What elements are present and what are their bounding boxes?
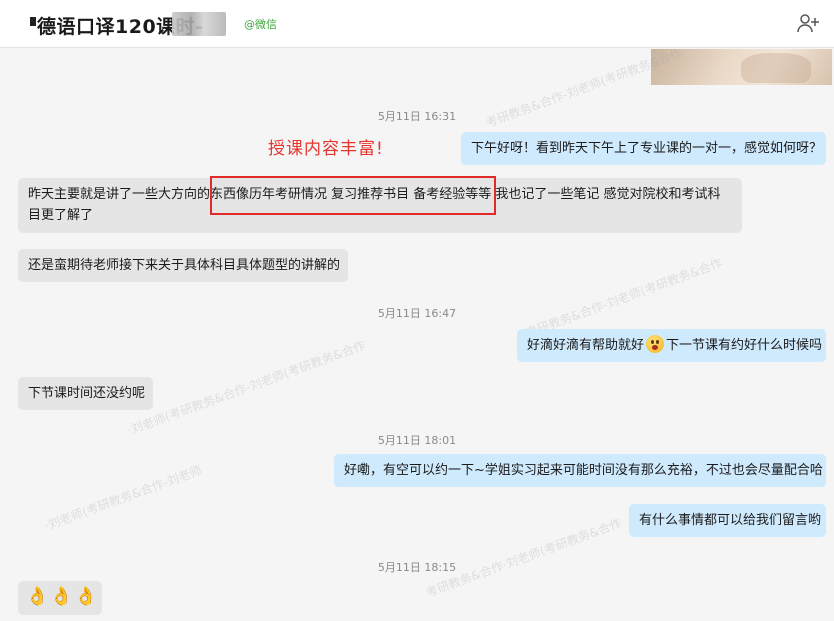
message-outgoing[interactable]: 好滴好滴有帮助就好 下一节课有约好什么时候吗 <box>517 329 826 362</box>
watermark: 考研教务&合作-刘老师(考研教务&合作 <box>524 255 725 341</box>
chat-area[interactable]: 考研教务&合作-刘老师(考研教务&合作 考研教务&合作-刘老师(考研教务&合作 … <box>0 49 834 621</box>
timestamp: 5月11日 16:47 <box>377 307 457 320</box>
add-user-icon[interactable] <box>796 11 820 35</box>
source-label: @微信 <box>244 18 277 31</box>
message-incoming[interactable]: 下节课时间还没约呢 <box>18 377 153 410</box>
message-text: 下节课时间还没约呢 <box>28 386 146 401</box>
shocked-face-emoji <box>646 335 665 353</box>
ok-hand-emoji: 👌 <box>74 586 98 607</box>
watermark: ·刘老师(考研教务&合作-刘老师(考研教务&合作 <box>125 338 368 438</box>
shared-photo[interactable] <box>651 49 832 85</box>
message-text: 有什么事情都可以给我们留言哟 <box>639 513 822 528</box>
chat-header: 德语口译120课时- @微信 <box>0 0 834 48</box>
timestamp: 5月11日 16:31 <box>377 110 457 123</box>
ok-hand-emoji: 👌 <box>26 586 49 607</box>
ok-hand-emoji: 👌 <box>50 586 73 607</box>
message-incoming[interactable]: 👌 👌 👌 <box>18 581 102 615</box>
message-text: 好滴好滴有帮助就好 <box>527 338 645 353</box>
timestamp: 5月11日 18:01 <box>377 434 457 447</box>
watermark: ·刘老师(考研教务&合作-刘老师 <box>42 462 204 533</box>
highlight-box <box>210 176 496 215</box>
message-text: 下午好呀！看到昨天下午上了专业课的一对一，感觉如何呀？ <box>471 141 823 156</box>
message-text: 还是蛮期待老师接下来关于具体科目具体题型的讲解的 <box>28 258 341 273</box>
message-text: 好嘞，有空可以约一下~学姐实习起来可能时间没有那么充裕，不过也会尽量配合哈 <box>344 463 823 478</box>
timestamp: 5月11日 18:15 <box>377 561 457 574</box>
title-marker <box>30 17 36 26</box>
message-outgoing[interactable]: 下午好呀！看到昨天下午上了专业课的一对一，感觉如何呀？ <box>461 132 826 165</box>
annotation-text: 授课内容丰富! <box>268 139 384 159</box>
message-outgoing[interactable]: 有什么事情都可以给我们留言哟 <box>629 504 826 537</box>
message-outgoing[interactable]: 好嘞，有空可以约一下~学姐实习起来可能时间没有那么充裕，不过也会尽量配合哈 <box>334 454 826 487</box>
watermark: 考研教务&合作·刘老师(考研教务&合作 <box>424 515 624 600</box>
message-incoming[interactable]: 还是蛮期待老师接下来关于具体科目具体题型的讲解的 <box>18 249 348 282</box>
message-text: 下一节课有约好什么时候吗 <box>666 338 823 353</box>
redacted-name <box>172 12 226 36</box>
